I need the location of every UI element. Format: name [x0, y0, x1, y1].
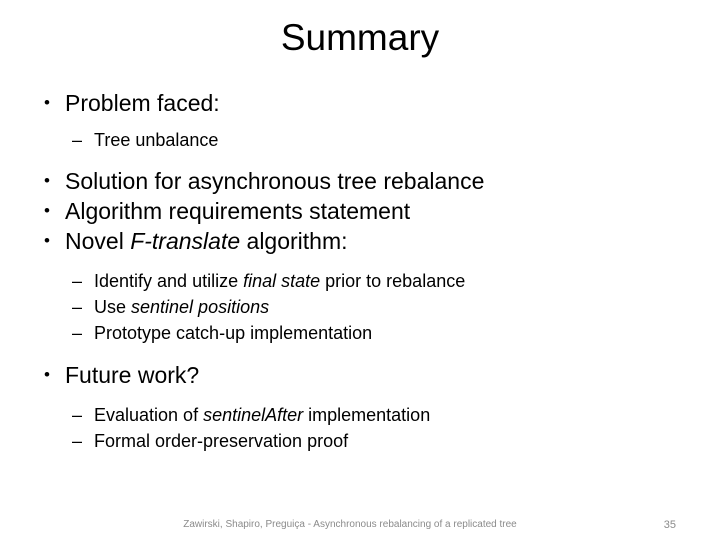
dash-glyph-icon: –: [72, 297, 83, 317]
slide-footer: Zawirski, Shapiro, Preguiça - Asynchrono…: [0, 518, 720, 536]
dash-glyph-icon: –: [72, 431, 83, 451]
subbullet-identify-final-state: – Identify and utilize final state prior…: [0, 268, 720, 294]
bullet-label: Algorithm requirements statement: [65, 198, 411, 224]
bullet-glyph-icon: •: [44, 171, 50, 190]
subbullet-formal-order-preservation: – Formal order-preservation proof: [0, 428, 720, 454]
text-post: prior to rebalance: [320, 271, 466, 291]
bullet-label: Future work?: [65, 362, 200, 388]
text-pre: Evaluation of: [94, 405, 204, 425]
bullet-future-work: • Future work?: [0, 360, 720, 390]
bullet-glyph-icon: •: [44, 201, 50, 220]
subbullet-label: Identify and utilize final state prior t…: [94, 268, 720, 294]
dash-glyph-icon: –: [72, 405, 83, 425]
text-emphasis: final state: [243, 271, 321, 291]
bullet-glyph-icon: •: [44, 231, 50, 250]
dash-glyph-icon: –: [72, 130, 83, 150]
subbullet-evaluation-sentinelafter: – Evaluation of sentinelAfter implementa…: [0, 402, 720, 428]
slide-number: 35: [663, 519, 676, 531]
bullet-solution-async-rebalance: • Solution for asynchronous tree rebalan…: [0, 166, 720, 196]
page-title: Summary: [280, 17, 440, 58]
subbullet-label: Prototype catch-up implementation: [94, 323, 373, 343]
bullet-novel-f-translate: • Novel F-translate algorithm:: [0, 226, 720, 256]
text-emphasis: sentinelAfter: [203, 405, 304, 425]
text-post: implementation: [303, 405, 431, 425]
subbullet-label: Use sentinel positions: [94, 294, 720, 320]
subbullet-label: Formal order-preservation proof: [94, 431, 349, 451]
bullet-algorithm-requirements: • Algorithm requirements statement: [0, 196, 720, 226]
subbullet-prototype-catch-up: – Prototype catch-up implementation: [0, 320, 720, 346]
subbullet-use-sentinel-positions: – Use sentinel positions: [0, 294, 720, 320]
text-emphasis: sentinel positions: [131, 297, 270, 317]
text-pre: Use: [94, 297, 132, 317]
bullet-glyph-icon: •: [44, 93, 50, 112]
subbullet-label: Evaluation of sentinelAfter implementati…: [94, 402, 720, 428]
footer-citation: Zawirski, Shapiro, Preguiça - Asynchrono…: [183, 519, 517, 530]
subbullet-label: Tree unbalance: [94, 130, 219, 150]
text-pre: Novel: [65, 228, 131, 254]
bullet-label: Problem faced:: [65, 90, 220, 116]
presentation-slide: Summary • Problem faced: – Tree unbalanc…: [0, 0, 720, 540]
dash-glyph-icon: –: [72, 271, 83, 291]
text-post: algorithm:: [240, 228, 348, 254]
bullet-label: Novel F-translate algorithm:: [65, 226, 720, 256]
text-emphasis: F-translate: [130, 228, 241, 254]
text-pre: Identify and utilize: [94, 271, 244, 291]
slide-body: • Problem faced: – Tree unbalance • Solu…: [0, 88, 720, 454]
bullet-label: Solution for asynchronous tree rebalance: [65, 168, 485, 194]
dash-glyph-icon: –: [72, 323, 83, 343]
bullet-problem-faced: • Problem faced:: [0, 88, 720, 118]
bullet-glyph-icon: •: [44, 365, 50, 384]
subbullet-tree-unbalance: – Tree unbalance: [0, 127, 720, 153]
